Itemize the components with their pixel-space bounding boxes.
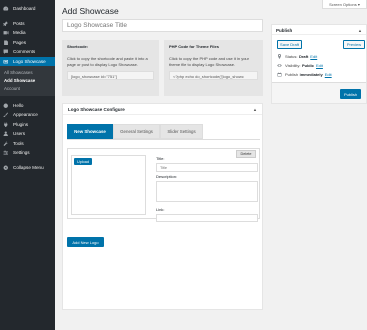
hello-icon [3,102,9,108]
logo-showcase-icon [3,58,9,64]
visibility-row: Visibility: Public Edit [277,63,323,68]
publish-date-label: Publish [285,72,299,77]
submenu-item-all-showcases[interactable]: All Showcases [0,68,55,76]
media-icon [3,30,9,36]
logo-showcase-submenu: All Showcases Add Showcase Account [0,66,55,96]
submenu-item-account[interactable]: Account [0,84,55,92]
sidebar-item-pages[interactable]: Pages [0,38,55,48]
shortcode-box: Shortcode: Click to copy the shortcode a… [62,40,159,96]
sidebar-item-users[interactable]: Users [0,129,55,139]
plugins-icon [3,121,9,128]
appearance-icon [3,112,9,118]
sidebar-item-label: Hello [13,102,24,108]
sidebar-item-logo-showcase[interactable]: Logo Showcase [0,56,55,66]
sidebar-item-appearance[interactable]: Appearance [0,110,55,120]
title-label: Title: [156,156,165,161]
configure-tabs: New Showcase General Settings Slider Set… [67,124,203,139]
sidebar-item-posts[interactable]: Posts [0,19,55,29]
calendar-icon [277,72,282,77]
logo-showcase-configure-panel: Logo Showcase Configure ▲ New Showcase G… [62,103,263,310]
sidebar-item-plugins[interactable]: Plugins [0,120,55,130]
link-label: Link: [156,207,165,212]
php-code-copy-field[interactable]: <?php echo do_shortcode('[logo_showc [169,71,258,80]
logo-item-card: Upload Delete Title: Description: Link: [67,148,260,222]
php-code-description: Click to copy the PHP code and use it in… [169,56,249,67]
description-label: Description: [156,174,178,179]
sidebar-item-label: Posts [13,20,25,26]
sidebar-item-media[interactable]: Media [0,28,55,38]
eye-icon [277,63,282,68]
status-label: Status: [285,54,298,59]
publish-box-title: Publish [276,27,293,33]
status-row: Status: Draft Edit [277,54,317,59]
pages-icon [3,39,9,45]
tab-general-settings[interactable]: General Settings [113,124,160,139]
status-edit-link[interactable]: Edit [310,54,317,59]
configure-panel-title: Logo Showcase Configure [68,107,125,112]
sidebar-item-comments[interactable]: Comments [0,47,55,57]
publish-box-header[interactable]: Publish ▲ [272,25,366,35]
shortcode-label: Shortcode: [67,44,89,49]
publish-date-edit-link[interactable]: Edit [325,72,332,77]
delete-button[interactable]: Delete [236,150,256,158]
visibility-value: Public [302,63,315,68]
visibility-label: Visibility: [285,63,301,68]
users-icon [3,131,9,137]
dashboard-icon [3,6,9,12]
logo-image-area: Upload [71,155,146,215]
logo-link-input[interactable] [156,214,258,222]
status-value: Draft [298,54,309,59]
screen-options-button[interactable]: Screen Options ▾ [322,0,367,9]
php-code-box: PHP Code for Theme Files Click to copy t… [164,40,263,96]
sidebar-item-label: Dashboard [13,6,36,12]
tab-divider [67,139,260,140]
sidebar-item-dashboard[interactable]: Dashboard [0,4,55,14]
publish-box: Publish ▲ Save Draft Preview Status: Dra… [271,24,367,104]
collapse-menu-label: Collapse Menu [13,164,44,170]
collapse-arrow-icon[interactable]: ▲ [358,28,362,33]
shortcode-description: Click to copy the shortcode and paste it… [67,56,148,67]
logo-title-input[interactable] [156,163,258,172]
sidebar-item-label: Pages [13,39,27,45]
sidebar-item-label: Media [13,30,26,36]
add-new-logo-button[interactable]: Add New Logo [67,237,104,247]
tab-slider-settings[interactable]: Slider Settings [160,124,203,139]
admin-sidebar: Dashboard Posts Media Pages Comments Log… [0,0,55,330]
php-code-label: PHP Code for Theme Files [169,44,219,49]
collapse-arrow-icon[interactable]: ▲ [253,107,257,112]
upload-button[interactable]: Upload [74,158,92,165]
sidebar-item-label: Logo Showcase [13,58,46,64]
pin-icon [277,54,282,59]
collapse-icon [3,164,9,170]
publish-button[interactable]: Publish [340,89,361,99]
save-draft-button[interactable]: Save Draft [277,40,302,49]
publish-date-value: immediately [299,72,323,77]
publish-actions: Publish [272,82,366,103]
sidebar-item-label: Settings [13,150,30,156]
sidebar-item-hello[interactable]: Hello [0,101,55,111]
sidebar-item-label: Tools [13,140,24,146]
tab-new-showcase[interactable]: New Showcase [67,124,113,139]
sidebar-item-label: Appearance [13,112,38,118]
sidebar-item-settings[interactable]: Settings [0,148,55,158]
tools-icon [3,140,9,146]
visibility-edit-link[interactable]: Edit [316,63,323,68]
sidebar-item-tools[interactable]: Tools [0,139,55,149]
sidebar-item-label: Plugins [13,121,29,127]
configure-panel-header[interactable]: Logo Showcase Configure ▲ [63,104,262,115]
shortcode-copy-field[interactable]: [logo_showcase id="751"] [67,71,154,80]
pin-icon [3,20,9,26]
page-title: Add Showcase [62,6,119,16]
collapse-menu-button[interactable]: Collapse Menu [0,163,55,173]
showcase-title-input[interactable] [62,19,263,32]
comments-icon [3,49,9,55]
sidebar-item-label: Comments [13,49,36,55]
sidebar-item-label: Users [13,131,25,137]
settings-icon [3,150,9,156]
logo-description-textarea[interactable] [156,181,258,202]
submenu-item-add-showcase[interactable]: Add Showcase [0,76,55,84]
preview-button[interactable]: Preview [343,40,365,49]
publish-date-row: Publish immediately Edit [277,72,332,77]
